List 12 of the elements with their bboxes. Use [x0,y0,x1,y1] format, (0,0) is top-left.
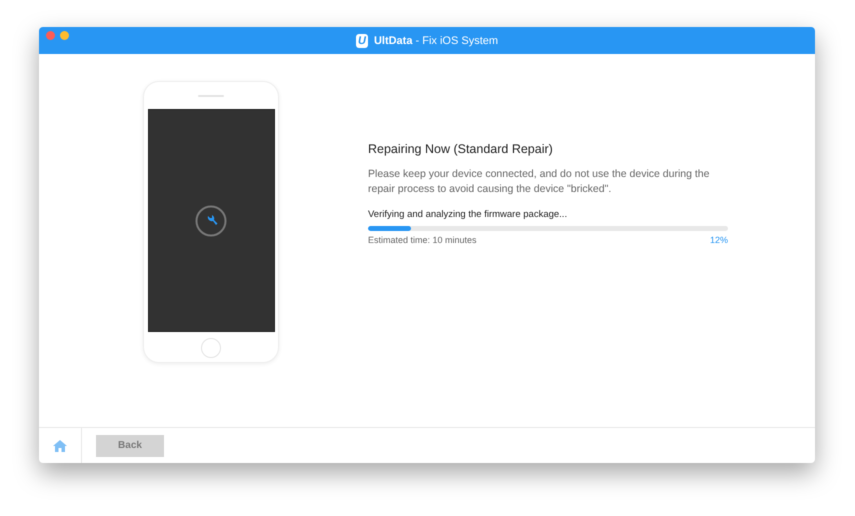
wrench-icon [195,204,227,236]
progress-percent: 12% [710,235,728,245]
home-key [201,338,221,358]
close-button[interactable] [46,31,55,40]
status-text: Verifying and analyzing the firmware package... [368,209,568,220]
minimize-button[interactable] [60,31,69,40]
repair-description: Please keep your device connected, and do not use the device during the repair process to avoid causing the device "bricked". [368,167,710,197]
repair-heading: Repairing Now (Standard Repair) [368,142,554,156]
estimated-time: Estimated time: 10 minutes [368,235,477,245]
app-logo: U [356,34,368,48]
window-title: UltData - Fix iOS System [374,34,498,46]
home-icon [53,440,67,452]
